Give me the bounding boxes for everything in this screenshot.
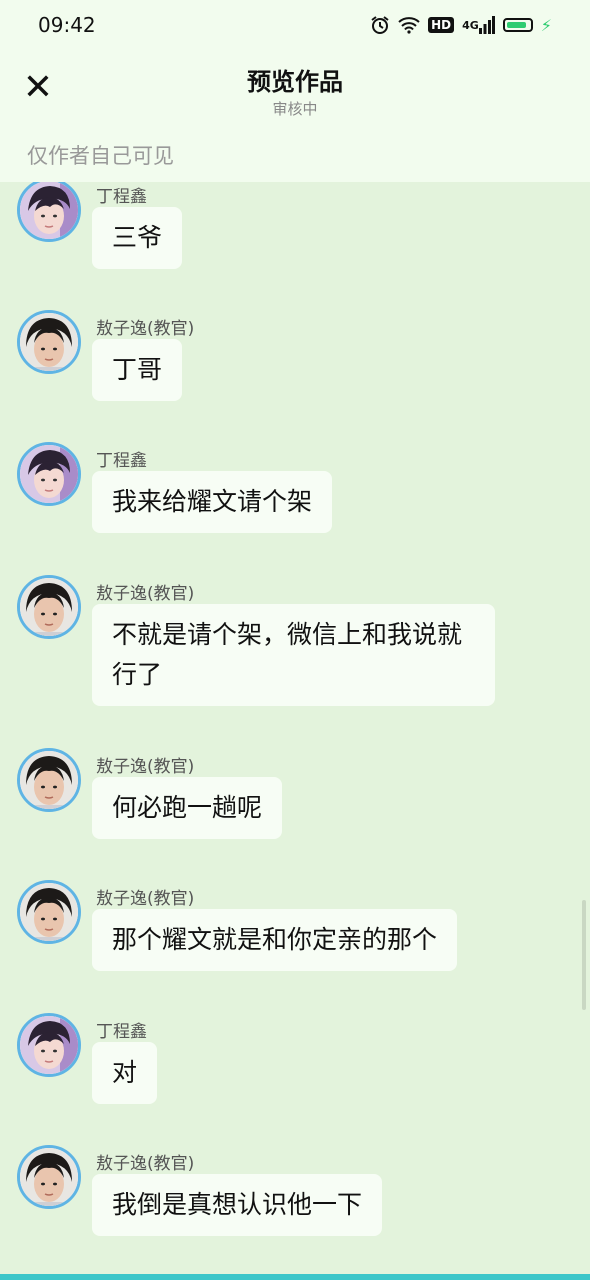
avatar-ding[interactable] bbox=[17, 182, 81, 242]
hd-icon: HD bbox=[428, 17, 455, 33]
avatar-ao[interactable] bbox=[17, 310, 81, 374]
alarm-icon bbox=[370, 15, 390, 35]
page-title: 预览作品 bbox=[247, 68, 343, 96]
wifi-icon bbox=[398, 16, 420, 34]
sender-name: 敖子逸(教官) bbox=[96, 889, 195, 909]
message-bubble[interactable]: 我倒是真想认识他一下 bbox=[92, 1174, 383, 1236]
review-status: 审核中 bbox=[272, 100, 318, 118]
message-bubble[interactable]: 对 bbox=[92, 1042, 158, 1104]
message-bubble[interactable]: 何必跑一趟呢 bbox=[92, 777, 283, 839]
charging-icon: ⚡ bbox=[540, 15, 552, 35]
message-bubble[interactable]: 丁哥 bbox=[92, 339, 183, 401]
sender-name: 敖子逸(教官) bbox=[96, 319, 195, 339]
header: ✕ 预览作品 审核中 仅作者自己可见 bbox=[0, 50, 590, 182]
sender-name: 丁程鑫 bbox=[96, 187, 147, 207]
battery-icon bbox=[502, 18, 533, 32]
bottom-bar bbox=[0, 1274, 590, 1280]
status-icons: HD 4G ⚡ bbox=[370, 15, 552, 35]
sender-name: 丁程鑫 bbox=[96, 1022, 147, 1042]
message-bubble[interactable]: 不就是请个架，微信上和我说就行了 bbox=[92, 604, 495, 706]
avatar-ao[interactable] bbox=[17, 1145, 81, 1209]
sender-name: 敖子逸(教官) bbox=[96, 584, 195, 604]
sender-name: 敖子逸(教官) bbox=[96, 1154, 195, 1174]
avatar-ao[interactable] bbox=[17, 880, 81, 944]
avatar-ding[interactable] bbox=[17, 442, 81, 506]
status-bar: 09:42 HD 4G ⚡ bbox=[0, 0, 590, 50]
avatar-ao[interactable] bbox=[17, 748, 81, 812]
sender-name: 丁程鑫 bbox=[96, 451, 147, 471]
scrollbar-thumb[interactable] bbox=[582, 900, 586, 1010]
status-time: 09:42 bbox=[38, 13, 96, 37]
avatar-ding[interactable] bbox=[17, 1013, 81, 1077]
battery-level bbox=[506, 22, 526, 28]
avatar-ao[interactable] bbox=[17, 575, 81, 639]
message-bubble[interactable]: 那个耀文就是和你定亲的那个 bbox=[92, 909, 458, 971]
visibility-note: 仅作者自己可见 bbox=[27, 144, 174, 168]
message-list[interactable]: 丁程鑫 三爷 敖子逸(教官) 丁哥 丁程鑫 我来给耀文请个架 敖子逸(教官) 不… bbox=[0, 182, 590, 1274]
4g-signal-icon: 4G bbox=[462, 16, 495, 34]
network-label: 4G bbox=[462, 18, 479, 32]
message-bubble[interactable]: 我来给耀文请个架 bbox=[92, 471, 333, 533]
message-bubble[interactable]: 三爷 bbox=[92, 207, 183, 269]
sender-name: 敖子逸(教官) bbox=[96, 757, 195, 777]
